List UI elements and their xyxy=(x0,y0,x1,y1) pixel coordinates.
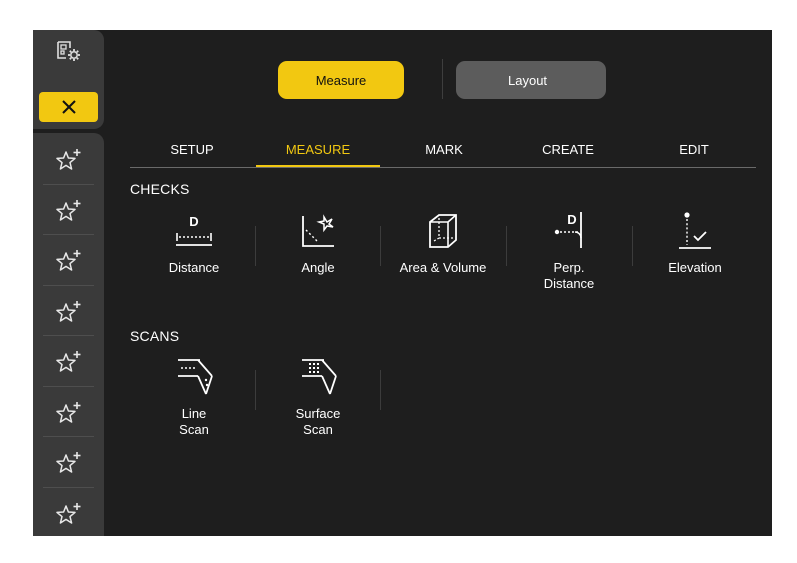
favorite-separator xyxy=(43,436,94,437)
line-scan-label: Line Scan xyxy=(179,406,209,437)
surface-scan-label: Surface Scan xyxy=(295,406,341,437)
distance-icon: D xyxy=(176,214,212,246)
distance-badge-letter: D xyxy=(189,214,198,229)
tab-mark[interactable]: MARK xyxy=(382,142,506,166)
perp-distance-tool[interactable]: D Perp. Distance xyxy=(507,210,631,300)
star-plus-icon xyxy=(55,351,80,372)
favorite-separator xyxy=(43,284,94,286)
surface-scan-icon xyxy=(302,359,337,395)
mode-divider xyxy=(442,59,443,99)
tab-edit[interactable]: EDIT xyxy=(632,142,756,166)
tab-measure[interactable]: MEASURE xyxy=(256,142,380,166)
angle-tool[interactable]: Angle xyxy=(256,210,380,300)
favorite-separator xyxy=(43,385,94,387)
perp-distance-badge-letter: D xyxy=(567,212,576,227)
scans-section-title: SCANS xyxy=(130,328,180,344)
line-scan-icon xyxy=(178,359,213,395)
angle-label: Angle xyxy=(301,260,335,275)
elevation-icon xyxy=(679,212,711,249)
area-volume-tool[interactable]: Area & Volume xyxy=(381,210,505,300)
distance-tool[interactable]: D Distance xyxy=(132,210,256,300)
favorite-slot-7[interactable] xyxy=(33,438,104,488)
settings-button[interactable] xyxy=(39,36,98,66)
star-plus-icon xyxy=(55,502,80,524)
line-scan-tool[interactable]: Line Scan xyxy=(132,356,256,446)
checks-section-title: CHECKS xyxy=(130,181,190,197)
perp-distance-label: Perp. Distance xyxy=(543,260,595,291)
favorite-slot-8[interactable] xyxy=(33,489,104,537)
sidebar xyxy=(33,30,104,536)
favorite-separator xyxy=(43,234,94,235)
favorite-slot-4[interactable] xyxy=(33,287,104,337)
star-plus-icon xyxy=(55,300,80,322)
star-plus-icon xyxy=(55,452,80,473)
layout-mode-button[interactable]: Layout xyxy=(456,61,606,99)
distance-label: Distance xyxy=(168,260,220,275)
measure-mode-button[interactable]: Measure xyxy=(278,61,404,99)
favorite-slot-2[interactable] xyxy=(33,186,104,236)
settings-panel-icon xyxy=(56,41,80,61)
favorites-list xyxy=(33,133,104,536)
tool-separator xyxy=(380,370,381,410)
favorite-slot-6[interactable] xyxy=(33,388,104,438)
surface-scan-tool[interactable]: Surface Scan xyxy=(256,356,380,446)
star-plus-icon xyxy=(55,149,80,170)
close-button[interactable] xyxy=(39,92,98,122)
elevation-label: Elevation xyxy=(668,260,722,275)
favorite-slot-1[interactable] xyxy=(33,135,104,185)
star-plus-icon xyxy=(55,401,80,423)
angle-icon xyxy=(302,214,334,247)
tab-setup[interactable]: SETUP xyxy=(130,142,254,166)
app-window: Measure Layout SETUP MEASURE MARK CREATE… xyxy=(33,30,772,536)
active-tab-indicator xyxy=(256,165,380,167)
tab-bar-divider xyxy=(130,167,756,168)
perp-distance-icon: D xyxy=(554,212,582,248)
star-plus-icon xyxy=(55,250,80,271)
elevation-tool[interactable]: Elevation xyxy=(633,210,757,300)
tab-create[interactable]: CREATE xyxy=(506,142,630,166)
favorite-slot-5[interactable] xyxy=(33,337,104,387)
area-volume-icon xyxy=(429,214,457,248)
close-icon xyxy=(61,100,76,114)
favorite-slot-3[interactable] xyxy=(33,236,104,286)
star-plus-icon xyxy=(55,199,80,221)
favorite-separator xyxy=(43,335,94,336)
area-volume-label: Area & Volume xyxy=(399,260,487,275)
sidebar-top-panel xyxy=(33,30,104,129)
favorite-separator xyxy=(43,183,94,185)
favorite-separator xyxy=(43,486,94,488)
